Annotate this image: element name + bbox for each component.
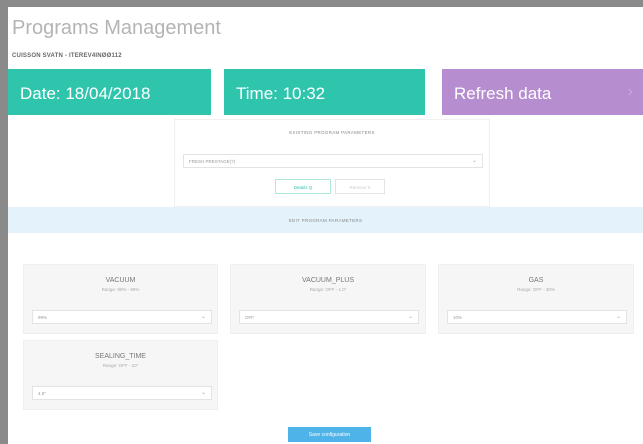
existing-program-panel: EXISTING PROGRAM PARAMETERS FRESH PRESTA…	[174, 119, 490, 207]
param-select-vacuum[interactable]: 99% ⌄	[32, 310, 212, 324]
edit-parameters-label: EDIT PROGRAM PARAMETERS	[288, 218, 363, 223]
chevron-down-icon: ⌄	[615, 314, 621, 320]
save-configuration-button[interactable]: Save configuration	[288, 427, 371, 442]
param-card-sealing-time: SEALING_TIME Range: OFF - 10" 4.5" ⌄	[23, 340, 218, 410]
param-select-sealing-time[interactable]: 4.5" ⌄	[32, 386, 212, 400]
param-select-value: 4.5"	[38, 391, 46, 396]
time-label: Time: 10:32	[236, 84, 326, 103]
param-range: Range: OFF - 30%	[517, 287, 555, 292]
param-select-value: OFF	[245, 315, 254, 320]
edit-parameters-bar: EDIT PROGRAM PARAMETERS	[8, 207, 643, 233]
param-name: GAS	[528, 277, 544, 284]
param-name: VACUUM_PLUS	[302, 277, 354, 284]
chevron-down-icon: ⌄	[471, 158, 477, 164]
param-select-vacuum-plus[interactable]: OFF ⌄	[239, 310, 419, 324]
program-select-value: FRESH PRESTAGE(?)	[189, 159, 236, 164]
chevron-down-icon: ⌄	[200, 390, 206, 396]
program-select[interactable]: FRESH PRESTAGE(?) ⌄	[183, 154, 483, 168]
existing-program-title: EXISTING PROGRAM PARAMETERS	[289, 130, 375, 135]
param-select-gas[interactable]: 10% ⌄	[447, 310, 627, 324]
refresh-data-button[interactable]: Refresh data ›	[442, 69, 643, 115]
param-select-value: 10%	[453, 315, 463, 320]
refresh-label: Refresh data	[454, 84, 552, 103]
page-title: Programs Management	[12, 17, 221, 39]
date-label: Date: 18/04/2018	[20, 84, 151, 103]
param-card-vacuum: VACUUM Range: 80% - 99% 99% ⌄	[23, 264, 218, 334]
device-subtitle: CUISSON SVATN - ITEREV4INØØ112	[12, 53, 122, 59]
time-tile: Time: 10:32	[224, 69, 425, 115]
app-frame: Programs Management CUISSON SVATN - ITER…	[8, 7, 643, 444]
details-button[interactable]: Details Q	[275, 179, 331, 194]
param-name: SEALING_TIME	[95, 353, 146, 360]
refresh-arrow-icon: ›	[627, 83, 633, 100]
param-card-vacuum-plus: VACUUM_PLUS Range: OFF - 1.0" OFF ⌄	[230, 264, 426, 334]
param-name: VACUUM	[105, 277, 136, 284]
param-select-value: 99%	[38, 315, 48, 320]
remove-button[interactable]: Remove X	[335, 179, 385, 194]
param-range: Range: 80% - 99%	[101, 287, 140, 292]
param-card-gas: GAS Range: OFF - 30% 10% ⌄	[438, 264, 634, 334]
param-range: Range: OFF - 1.0"	[309, 287, 347, 292]
date-tile: Date: 18/04/2018	[8, 69, 211, 115]
chevron-down-icon: ⌄	[200, 314, 206, 320]
chevron-down-icon: ⌄	[407, 314, 413, 320]
param-range: Range: OFF - 10"	[102, 363, 139, 368]
